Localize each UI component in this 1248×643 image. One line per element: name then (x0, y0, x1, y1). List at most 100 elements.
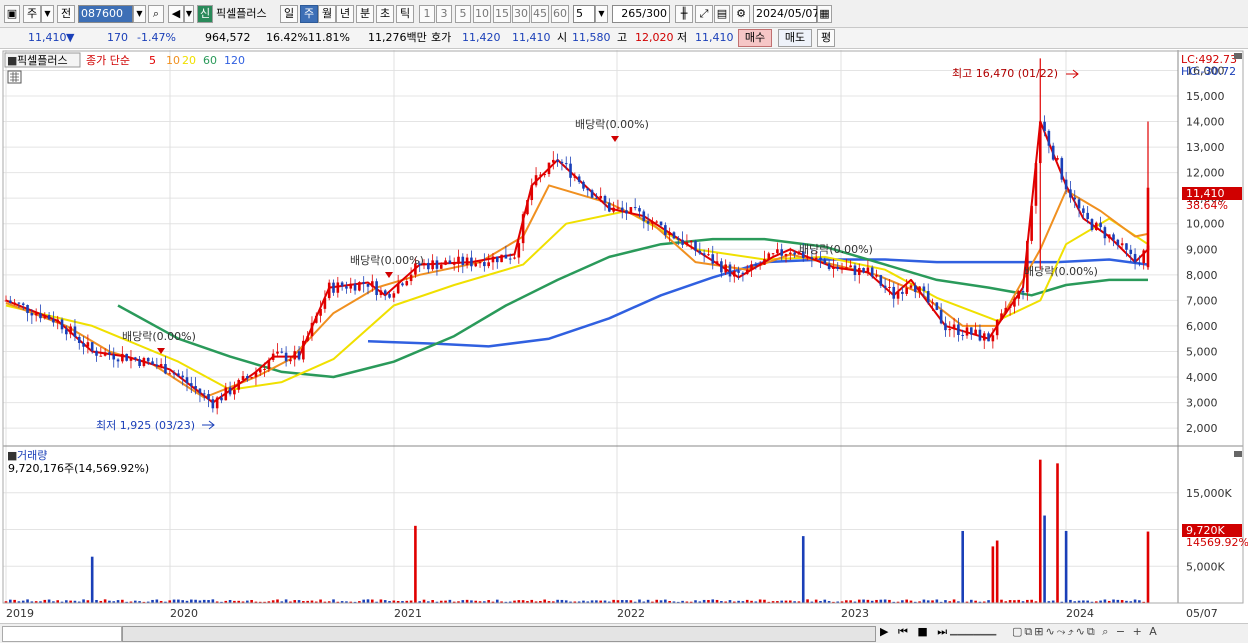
interval-60[interactable]: 60 (551, 5, 569, 23)
prev-button[interactable]: 전 (57, 5, 75, 23)
low-price: 11,410 (695, 31, 734, 44)
candle-body (155, 364, 159, 367)
save-icon[interactable]: ▤ (714, 5, 730, 23)
tool-icons[interactable]: ▢⧉⊞∿⤳⤴∿⧉ ⌕ − + A (1012, 625, 1159, 639)
hc-value: HC:-30.72 (1181, 65, 1236, 78)
sell-button[interactable]: 매도 (778, 29, 812, 47)
interval-dropdown-icon[interactable]: ▼ (595, 5, 608, 23)
period-2[interactable]: 월 (318, 5, 336, 23)
type-select[interactable]: 주 (23, 5, 41, 23)
interval-3[interactable]: 3 (436, 5, 452, 23)
volume-bar (801, 536, 805, 603)
period-3[interactable]: 년 (336, 5, 354, 23)
candle-body (491, 256, 495, 263)
candle-body (935, 302, 939, 310)
zoom-slider-icon[interactable]: ▁▁▁▁▁▁ (950, 625, 1010, 636)
candle-body (151, 361, 154, 365)
window-icon[interactable]: ▣ (4, 5, 20, 23)
line-tool-icon[interactable]: ⤢ (695, 5, 713, 23)
chart-scrollbar[interactable]: ▶ ⏮ ■ ⏭ ▁▁▁▁▁▁ ▢⧉⊞∿⤳⤴∿⧉ ⌕ − + A (0, 623, 1248, 643)
new-listing-badge: 신 (197, 5, 213, 23)
period-0[interactable]: 일 (280, 5, 298, 23)
interval-10[interactable]: 10 (473, 5, 491, 23)
candle-body (793, 252, 796, 255)
candle-body (745, 269, 749, 274)
candle-body (185, 377, 189, 384)
volume-bar (211, 599, 215, 603)
interval-15[interactable]: 15 (493, 5, 511, 23)
price-tick-label: 14,000 (1186, 116, 1225, 129)
candle-body (896, 291, 900, 299)
candle-body (1112, 234, 1115, 240)
speaker-icon[interactable]: ◀ (168, 5, 184, 23)
high-price: 12,020 (635, 31, 674, 44)
scroll-track[interactable] (2, 626, 122, 642)
price-tick-label: 6,000 (1186, 320, 1218, 333)
candle-body (517, 243, 521, 258)
volume-bar (638, 599, 641, 603)
speaker-dropdown-icon[interactable]: ▼ (184, 5, 194, 23)
period-1[interactable]: 주 (300, 5, 318, 23)
x-axis-label: 2020 (170, 607, 198, 620)
candle-body (732, 271, 736, 277)
candle-body (577, 176, 581, 182)
candle-body (470, 257, 473, 267)
candle-body (754, 264, 758, 266)
page-count[interactable]: 265/300 (612, 5, 670, 23)
low-label: 저 (677, 31, 688, 44)
candle-body (1086, 212, 1089, 220)
volume-bar (495, 599, 499, 603)
candle-body (715, 261, 719, 264)
search-icon[interactable]: ⌕ (148, 5, 164, 23)
candle-icon[interactable]: ╫ (675, 5, 693, 23)
candle-body (60, 319, 64, 330)
volume-bar (543, 599, 546, 603)
gear-icon[interactable]: ⚙ (732, 5, 750, 23)
interval-45[interactable]: 45 (531, 5, 549, 23)
candle-body (13, 302, 16, 304)
chevron-down-icon[interactable]: ▼ (41, 5, 54, 23)
candle-body (883, 285, 887, 288)
price-tick-label: 12,000 (1186, 167, 1225, 180)
volume-bar (1056, 463, 1059, 603)
legend-ma-5: 5 (149, 54, 156, 67)
candle-body (1090, 219, 1094, 230)
x-axis-label: 2019 (6, 607, 34, 620)
candle-body (1008, 306, 1012, 308)
candle-body (142, 357, 146, 366)
candle-body (1099, 222, 1102, 228)
volume-bar (284, 599, 288, 603)
candle-body (146, 357, 150, 362)
calendar-icon[interactable]: ▦ (817, 5, 832, 23)
period-4[interactable]: 분 (356, 5, 374, 23)
price-tick-label: 3,000 (1186, 397, 1218, 410)
date-input[interactable]: 2024/05/07 (753, 5, 819, 23)
volume-panel-collapse-icon[interactable] (1234, 451, 1242, 457)
candle-body (353, 283, 357, 291)
candle-body (293, 351, 297, 360)
candle-body (780, 249, 783, 256)
period-6[interactable]: 틱 (396, 5, 414, 23)
scroll-nav-icons[interactable]: ▶ ⏮ ■ ⏭ (880, 625, 950, 639)
candle-body (1034, 163, 1038, 206)
panel-collapse-icon[interactable] (1234, 53, 1242, 59)
candle-body (810, 257, 814, 259)
interval-30[interactable]: 30 (512, 5, 530, 23)
candle-body (776, 249, 779, 254)
interval-input[interactable]: 5 (573, 5, 595, 23)
period-5[interactable]: 초 (376, 5, 394, 23)
interval-1[interactable]: 1 (419, 5, 435, 23)
code-dropdown-icon[interactable]: ▼ (133, 5, 146, 23)
candle-body (1077, 199, 1081, 209)
stock-code-input[interactable]: 087600 (78, 5, 133, 23)
volume-bar (991, 546, 995, 603)
candle-body (547, 162, 551, 175)
interval-5[interactable]: 5 (455, 5, 471, 23)
candle-body (254, 372, 258, 378)
volume-bar (905, 599, 908, 603)
volume-value: 9,720,176주(14,569.92%) (8, 462, 149, 475)
candle-body (508, 258, 512, 260)
scroll-thumb[interactable] (122, 626, 876, 642)
eval-button[interactable]: 평 (817, 29, 835, 47)
buy-button[interactable]: 매수 (738, 29, 772, 47)
